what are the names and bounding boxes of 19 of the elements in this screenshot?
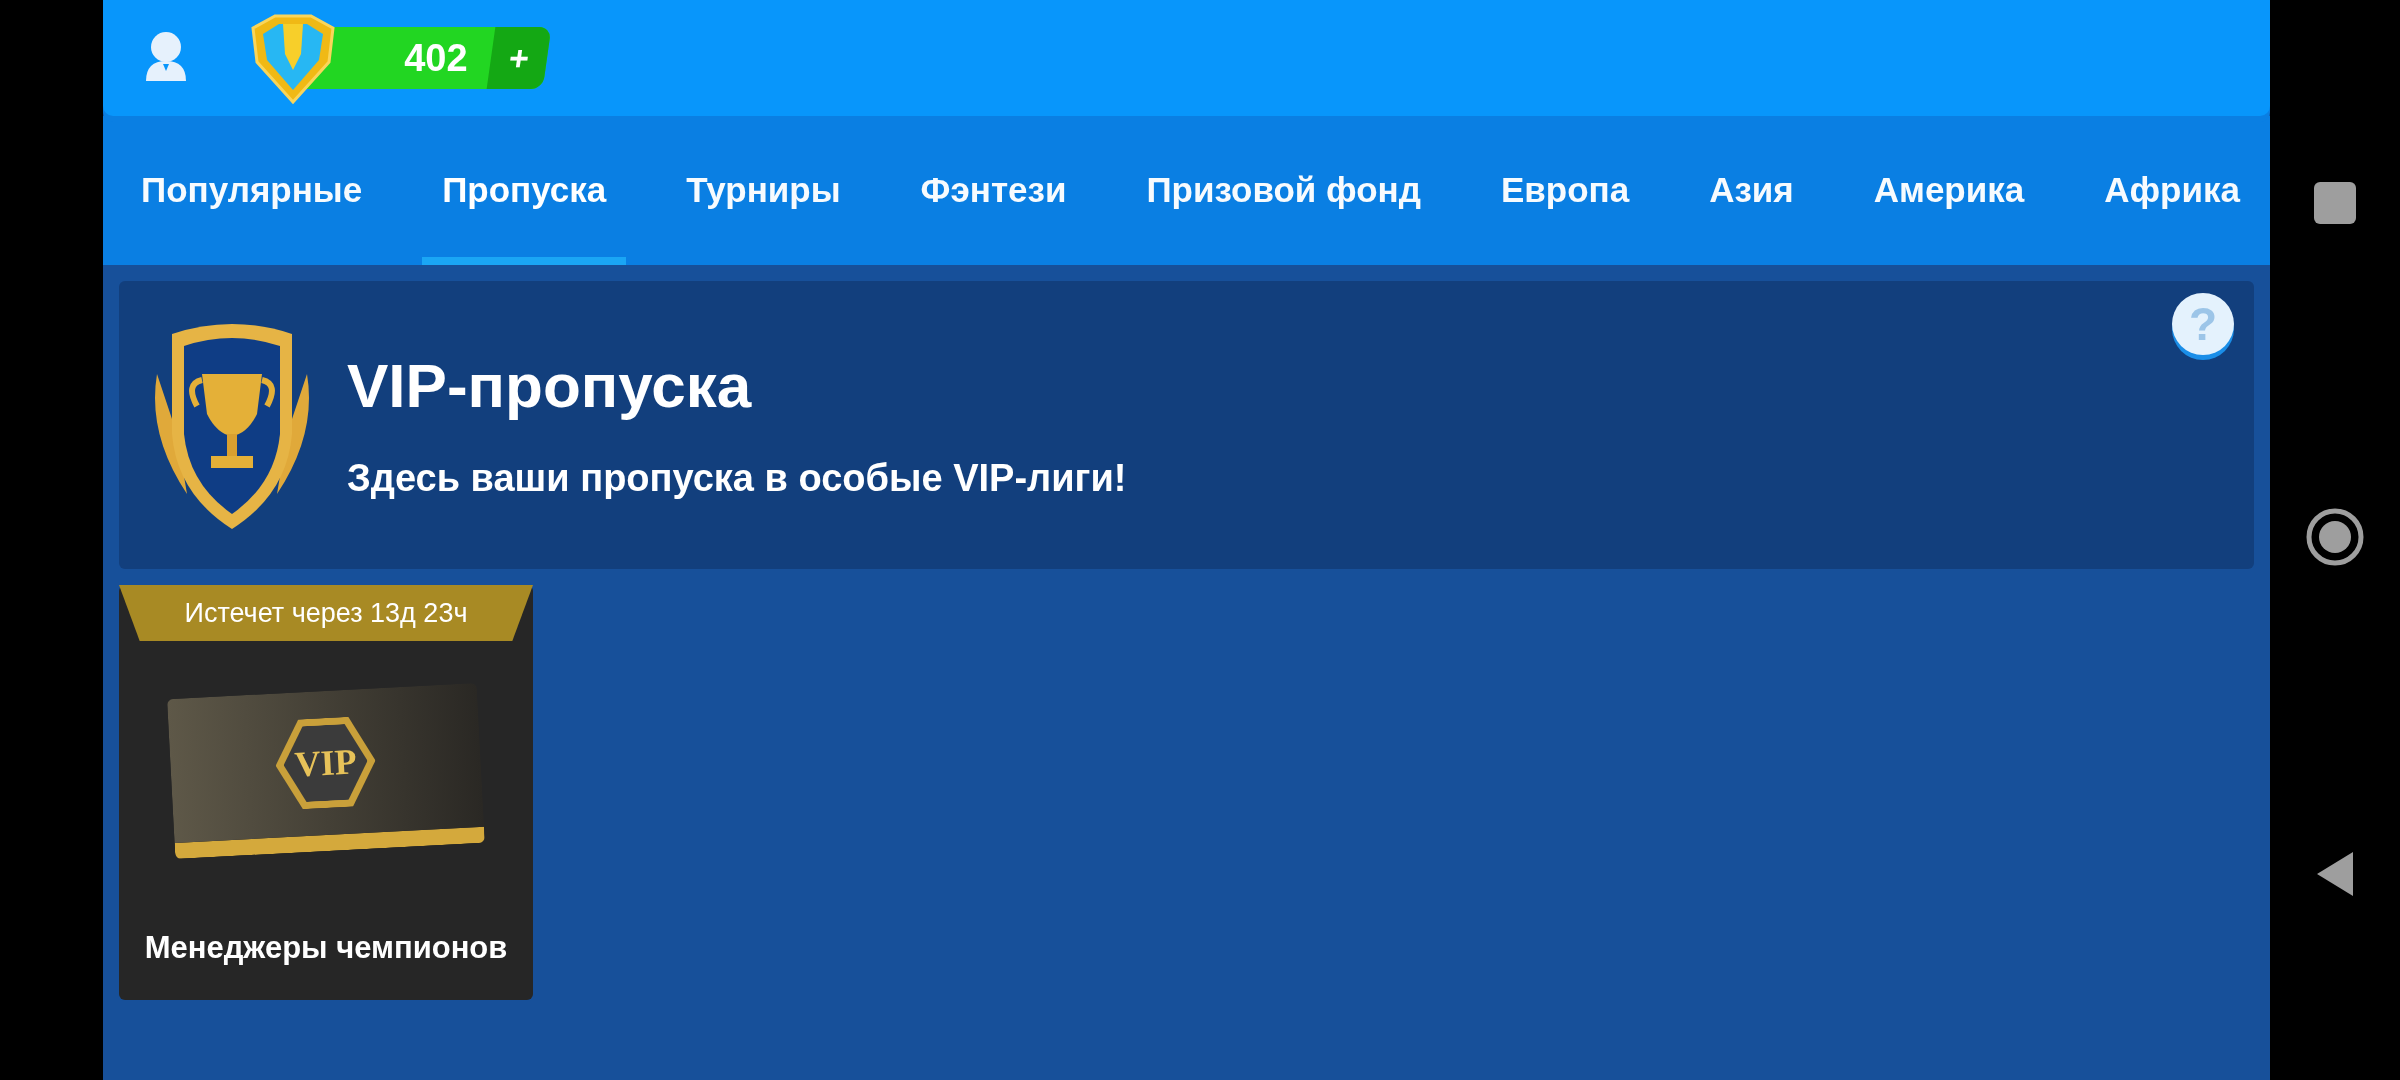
pass-card[interactable]: Истечет через 13д 23ч VIP Менеджеры чемпионов xyxy=(119,585,533,1000)
category-tab[interactable]: Популярные xyxy=(121,122,383,265)
home-icon[interactable] xyxy=(2306,508,2364,566)
banner-title: VIP-пропуска xyxy=(347,350,753,421)
category-tab[interactable]: Африка xyxy=(2084,122,2260,265)
category-tab[interactable]: Европа xyxy=(1480,122,1650,265)
ticket-label: VIP xyxy=(281,722,370,804)
back-icon[interactable] xyxy=(2315,850,2355,898)
add-coins-button[interactable]: + xyxy=(486,27,552,89)
coin-amount: 402 xyxy=(403,36,469,80)
expiry-ribbon: Истечет через 13д 23ч xyxy=(119,585,533,641)
category-tab[interactable]: Турниры xyxy=(666,122,861,265)
category-tab[interactable]: Призовой фонд xyxy=(1126,122,1441,265)
banner-subtitle: Здесь ваши пропуска в особые VIP-лиги! xyxy=(347,457,1127,500)
category-tab[interactable]: Пропуска xyxy=(422,122,627,265)
category-tab[interactable]: Азия xyxy=(1689,122,1814,265)
category-tab[interactable]: Фэнтези xyxy=(900,122,1087,265)
category-tab[interactable]: Америка xyxy=(1853,122,2045,265)
pass-name: Менеджеры чемпионов xyxy=(144,930,508,966)
